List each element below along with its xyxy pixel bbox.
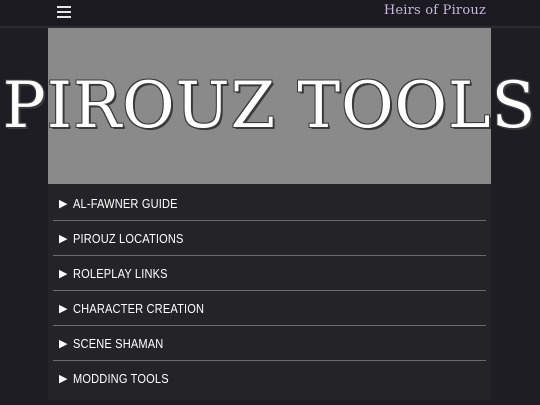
menu-item-label: CHARACTER CREATION — [73, 300, 205, 316]
menu-item-label: PIROUZ LOCATIONS — [73, 230, 184, 246]
menu-item-scene-shaman[interactable]: ▶ SCENE SHAMAN — [53, 326, 486, 361]
triangle-right-icon: ▶ — [59, 232, 68, 245]
top-navbar: Heirs of Pirouz — [0, 0, 540, 28]
triangle-right-icon: ▶ — [59, 197, 68, 210]
menu-item-label: AL-FAWNER GUIDE — [73, 195, 178, 211]
menu-item-label: SCENE SHAMAN — [73, 335, 164, 351]
menu-item-modding-tools[interactable]: ▶ MODDING TOOLS — [53, 361, 486, 395]
hamburger-icon[interactable] — [57, 6, 71, 18]
triangle-right-icon: ▶ — [59, 337, 68, 350]
menu-item-al-fawner-guide[interactable]: ▶ AL-FAWNER GUIDE — [53, 186, 486, 221]
tools-card: PIROUZ TOOLS ▶ AL-FAWNER GUIDE ▶ PIROUZ … — [3, 28, 535, 400]
menu-item-label: MODDING TOOLS — [73, 370, 169, 386]
page-title: PIROUZ TOOLS — [2, 69, 537, 143]
hero-banner: PIROUZ TOOLS — [3, 28, 535, 184]
menu-item-pirouz-locations[interactable]: ▶ PIROUZ LOCATIONS — [53, 221, 486, 256]
brand-logo[interactable]: Heirs of Pirouz — [384, 3, 486, 18]
triangle-right-icon: ▶ — [59, 372, 68, 385]
triangle-right-icon: ▶ — [59, 267, 68, 280]
triangle-right-icon: ▶ — [59, 302, 68, 315]
tools-menu: ▶ AL-FAWNER GUIDE ▶ PIROUZ LOCATIONS ▶ R… — [53, 186, 486, 395]
menu-item-label: ROLEPLAY LINKS — [73, 265, 168, 281]
menu-item-character-creation[interactable]: ▶ CHARACTER CREATION — [53, 291, 486, 326]
menu-item-roleplay-links[interactable]: ▶ ROLEPLAY LINKS — [53, 256, 486, 291]
